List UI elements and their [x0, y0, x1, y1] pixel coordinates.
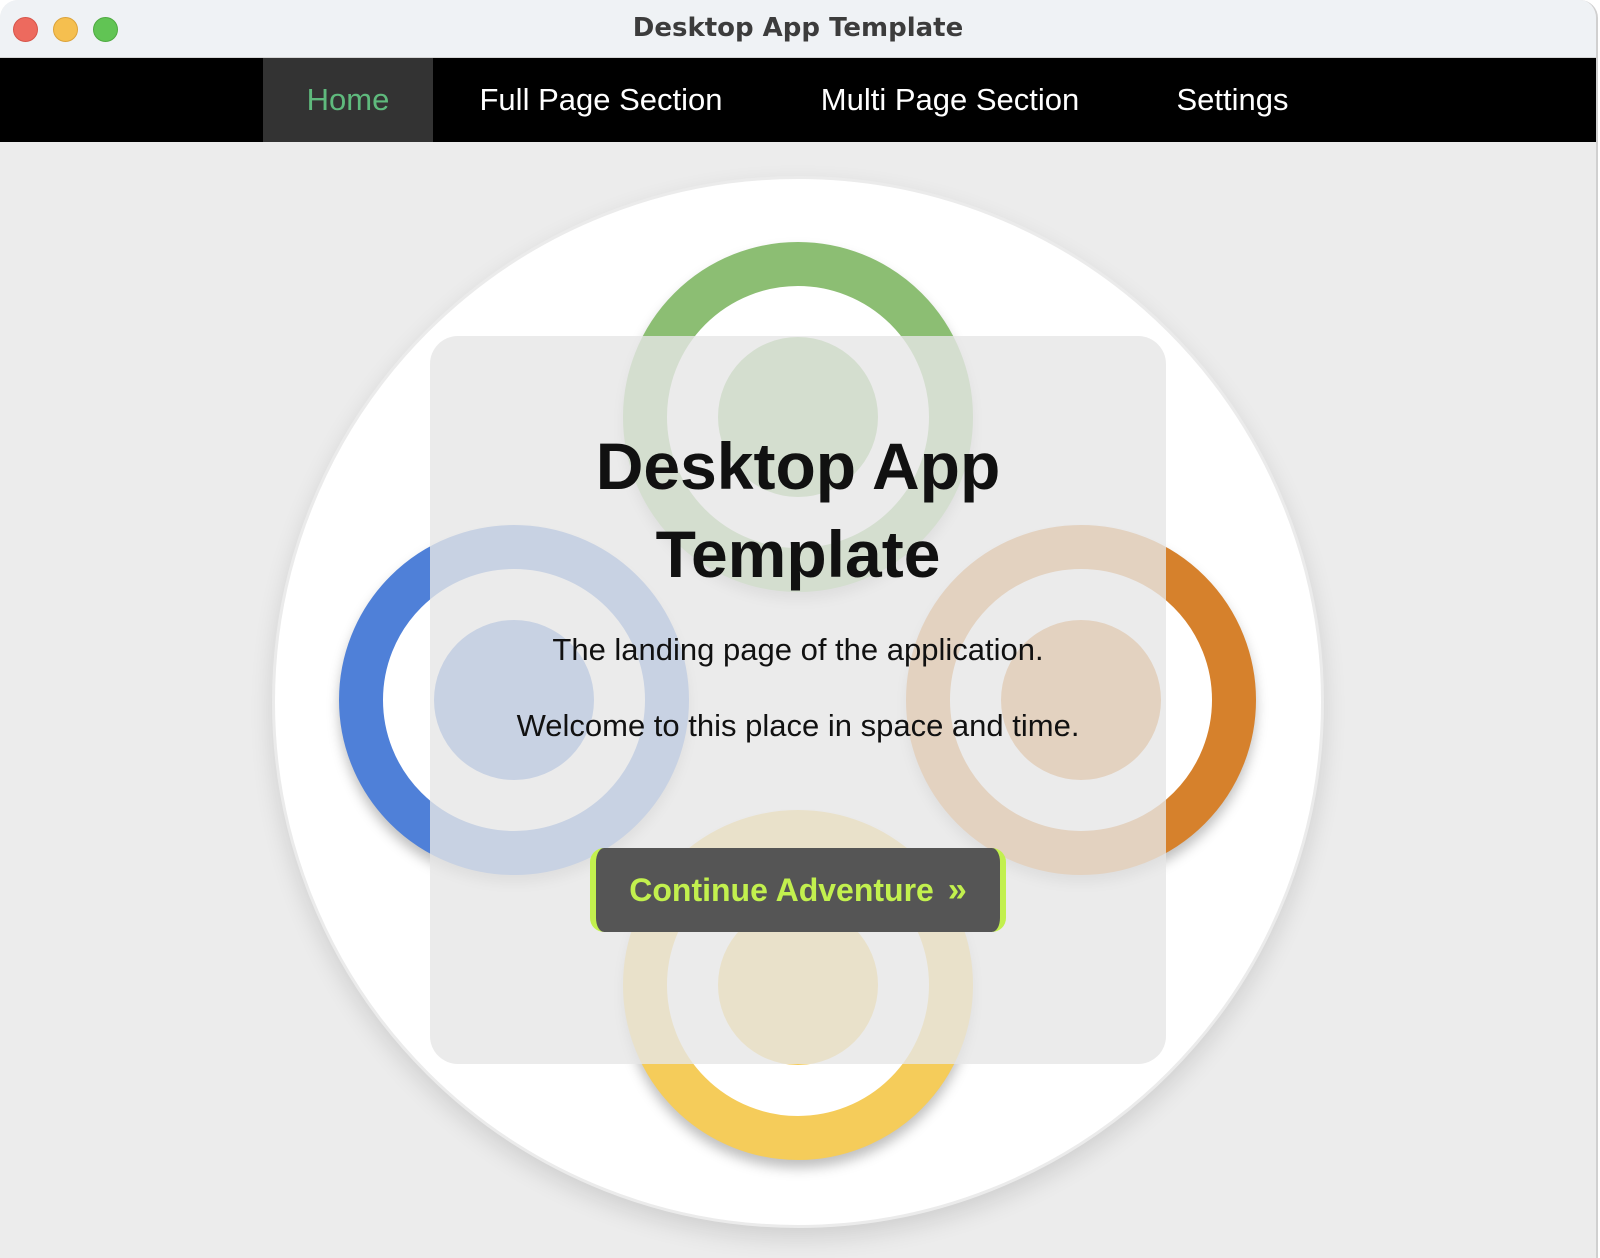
top-navigation: Home Full Page Section Multi Page Sectio… [0, 58, 1596, 142]
nav-item-settings[interactable]: Settings [1131, 58, 1334, 142]
continue-adventure-label: Continue Adventure [629, 871, 934, 908]
hero-card: Desktop App Template The landing page of… [430, 336, 1166, 1064]
home-content: Desktop App Template The landing page of… [0, 142, 1596, 1258]
window-title: Desktop App Template [632, 13, 964, 43]
nav-item-home[interactable]: Home [263, 58, 433, 142]
app-window: Desktop App Template Home Full Page Sect… [0, 0, 1598, 1258]
nav-item-multi-page-section[interactable]: Multi Page Section [769, 58, 1131, 142]
continue-adventure-button[interactable]: Continue Adventure » [590, 848, 1006, 932]
page-title: Desktop App Template [595, 429, 1001, 591]
double-chevron-right-icon: » [947, 870, 967, 909]
title-bar: Desktop App Template [0, 0, 1596, 58]
nav-item-full-page-section[interactable]: Full Page Section [433, 58, 769, 142]
landing-description: The landing page of the application. [552, 632, 1044, 667]
welcome-message: Welcome to this place in space and time. [516, 708, 1080, 743]
